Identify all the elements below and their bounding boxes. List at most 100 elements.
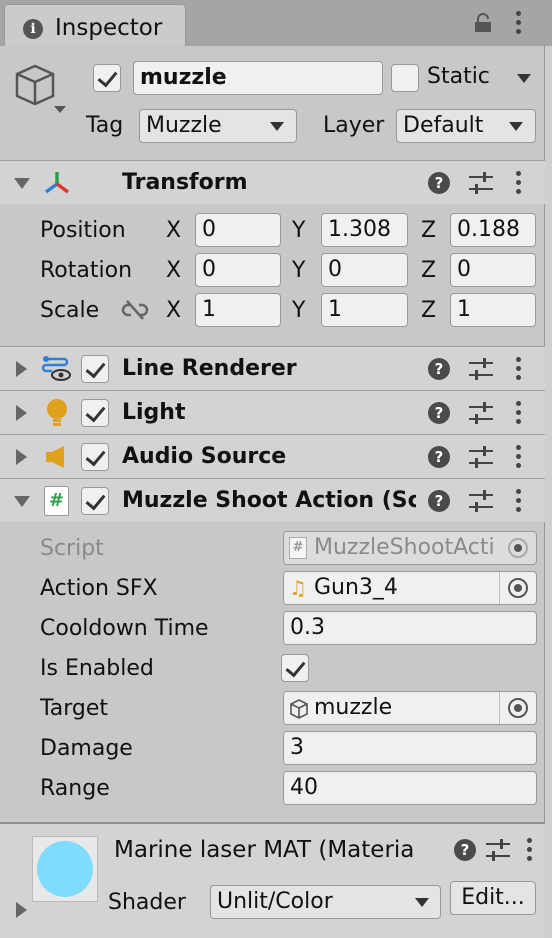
component-menu-icon[interactable] bbox=[527, 838, 533, 862]
static-checkbox[interactable] bbox=[391, 64, 419, 92]
script-reference-value: MuzzleShootActi bbox=[314, 535, 495, 560]
layer-dropdown[interactable]: Default bbox=[396, 109, 536, 143]
action-sfx-value: Gun3_4 bbox=[314, 575, 398, 600]
material-preview-sphere bbox=[37, 841, 93, 897]
object-picker-icon bbox=[508, 538, 528, 558]
transform-header[interactable]: Transform ? bbox=[0, 160, 545, 204]
gameobject-cube-icon[interactable] bbox=[14, 62, 70, 118]
cooldown-time-field[interactable]: 0.3 bbox=[283, 611, 537, 645]
line-renderer-header[interactable]: Line Renderer ? bbox=[0, 346, 545, 390]
tag-dropdown[interactable]: Muzzle bbox=[139, 109, 297, 143]
lock-icon[interactable] bbox=[474, 13, 492, 33]
edit-shader-button[interactable]: Edit... bbox=[450, 881, 536, 915]
foldout-collapsed-icon[interactable] bbox=[16, 902, 27, 918]
component-menu-icon[interactable] bbox=[516, 401, 522, 425]
range-label: Range bbox=[40, 776, 110, 801]
axis-z-label: Z bbox=[421, 258, 437, 283]
is-enabled-label: Is Enabled bbox=[40, 656, 154, 681]
presets-icon[interactable] bbox=[469, 490, 493, 512]
object-picker-icon[interactable] bbox=[508, 698, 528, 718]
audio-source-header[interactable]: Audio Source ? bbox=[0, 434, 545, 478]
foldout-expanded-icon[interactable] bbox=[14, 178, 30, 189]
script-component-header[interactable]: # Muzzle Shoot Action (Scr ? bbox=[0, 478, 545, 522]
script-component-title: Muzzle Shoot Action (Scr bbox=[122, 488, 416, 513]
presets-icon[interactable] bbox=[469, 358, 493, 380]
script-enabled-checkbox[interactable] bbox=[81, 487, 109, 515]
light-bulb-icon bbox=[47, 399, 67, 426]
script-icon: # bbox=[44, 486, 69, 516]
help-icon[interactable]: ? bbox=[428, 490, 450, 512]
scale-z-field[interactable]: 1 bbox=[450, 293, 536, 327]
foldout-expanded-icon[interactable] bbox=[14, 496, 30, 507]
gameobject-active-checkbox[interactable] bbox=[93, 64, 121, 92]
position-x-field[interactable]: 0 bbox=[195, 213, 281, 247]
unlinked-scale-icon[interactable] bbox=[121, 299, 149, 321]
scale-label: Scale bbox=[40, 298, 100, 323]
axis-y-label: Y bbox=[292, 298, 306, 323]
object-picker-icon[interactable] bbox=[508, 578, 528, 598]
shader-dropdown[interactable]: Unlit/Color bbox=[210, 885, 441, 919]
gameobject-name-field[interactable]: muzzle bbox=[133, 61, 383, 95]
is-enabled-checkbox[interactable] bbox=[281, 654, 309, 682]
chevron-down-icon bbox=[270, 122, 284, 131]
tag-value: Muzzle bbox=[146, 113, 222, 138]
edit-shader-label: Edit... bbox=[461, 885, 525, 910]
axis-x-label: X bbox=[166, 218, 182, 243]
static-dropdown-icon[interactable] bbox=[517, 74, 531, 83]
rotation-y-field[interactable]: 0 bbox=[321, 253, 408, 287]
foldout-collapsed-icon[interactable] bbox=[16, 405, 27, 421]
layer-label: Layer bbox=[323, 113, 385, 138]
scale-y-field[interactable]: 1 bbox=[321, 293, 408, 327]
component-menu-icon[interactable] bbox=[516, 357, 522, 381]
foldout-collapsed-icon[interactable] bbox=[16, 449, 27, 465]
more-options-icon[interactable] bbox=[516, 11, 522, 35]
static-label: Static bbox=[427, 64, 490, 89]
help-icon[interactable]: ? bbox=[428, 358, 450, 380]
light-header[interactable]: Light ? bbox=[0, 390, 545, 434]
position-y-field[interactable]: 1.308 bbox=[321, 213, 408, 247]
target-value: muzzle bbox=[314, 695, 393, 720]
axis-z-label: Z bbox=[421, 298, 437, 323]
tab-title: Inspector bbox=[55, 15, 163, 41]
help-icon[interactable]: ? bbox=[428, 446, 450, 468]
tag-label: Tag bbox=[86, 113, 124, 138]
info-icon: i bbox=[23, 19, 43, 39]
picker-divider bbox=[499, 572, 500, 604]
range-field[interactable]: 40 bbox=[283, 771, 537, 805]
layer-value: Default bbox=[403, 113, 484, 138]
material-preview[interactable] bbox=[32, 836, 98, 902]
foldout-collapsed-icon[interactable] bbox=[16, 361, 27, 377]
scale-x-field[interactable]: 1 bbox=[195, 293, 281, 327]
help-icon[interactable]: ? bbox=[454, 839, 476, 861]
component-menu-icon[interactable] bbox=[516, 171, 522, 195]
damage-field[interactable]: 3 bbox=[283, 731, 537, 765]
speaker-icon bbox=[46, 446, 64, 468]
presets-icon[interactable] bbox=[469, 446, 493, 468]
axis-y-label: Y bbox=[292, 258, 306, 283]
component-menu-icon[interactable] bbox=[516, 445, 522, 469]
presets-icon[interactable] bbox=[469, 402, 493, 424]
line-renderer-enabled-checkbox[interactable] bbox=[81, 355, 109, 383]
audio-source-enabled-checkbox[interactable] bbox=[81, 443, 109, 471]
damage-label: Damage bbox=[40, 736, 133, 761]
help-icon[interactable]: ? bbox=[428, 172, 450, 194]
presets-icon[interactable] bbox=[486, 839, 510, 861]
cooldown-time-label: Cooldown Time bbox=[40, 616, 209, 641]
axis-x-label: X bbox=[166, 258, 182, 283]
inspector-tab[interactable]: i Inspector bbox=[4, 4, 186, 46]
action-sfx-label: Action SFX bbox=[40, 576, 158, 601]
material-title: Marine laser MAT (Materia bbox=[114, 837, 415, 863]
position-z-field[interactable]: 0.188 bbox=[450, 213, 536, 247]
help-icon[interactable]: ? bbox=[428, 402, 450, 424]
axis-z-label: Z bbox=[421, 218, 437, 243]
component-menu-icon[interactable] bbox=[516, 489, 522, 513]
target-label: Target bbox=[40, 696, 109, 721]
light-enabled-checkbox[interactable] bbox=[81, 399, 109, 427]
line-renderer-icon bbox=[41, 356, 71, 381]
scrollbar-track[interactable] bbox=[545, 46, 552, 938]
transform-title: Transform bbox=[122, 170, 248, 195]
rotation-x-field[interactable]: 0 bbox=[195, 253, 281, 287]
axis-x-label: X bbox=[166, 298, 182, 323]
rotation-z-field[interactable]: 0 bbox=[450, 253, 536, 287]
presets-icon[interactable] bbox=[469, 172, 493, 194]
